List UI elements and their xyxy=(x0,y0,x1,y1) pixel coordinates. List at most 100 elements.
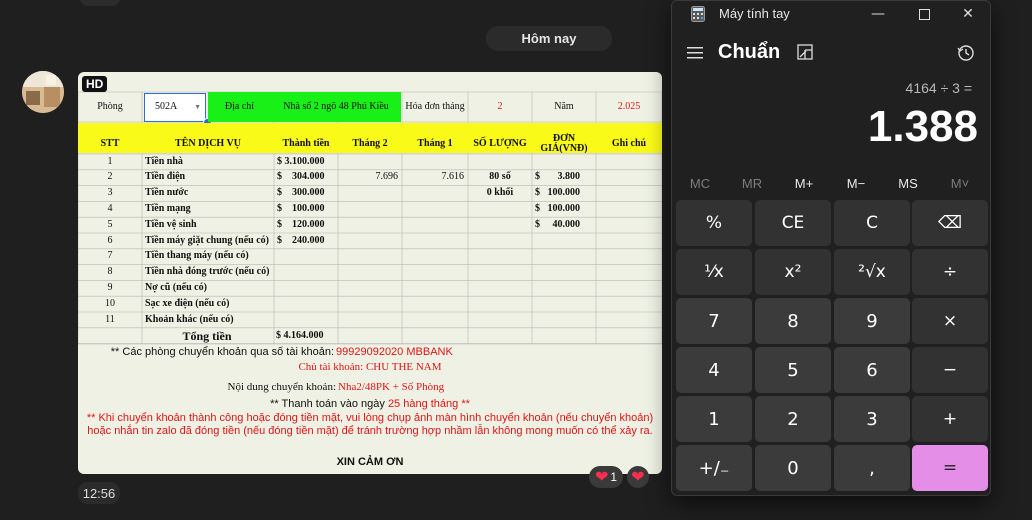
cell-qty xyxy=(468,217,532,233)
memory-m-list-button[interactable]: M˅ xyxy=(935,176,985,191)
invoice-image-message[interactable]: HD Phòng 502A ▼ Địa chỉ Nhà số 2 ngõ 48 … xyxy=(78,72,662,474)
cell-amount xyxy=(274,249,338,265)
equals-button[interactable]: = xyxy=(912,445,988,491)
percent-button[interactable]: % xyxy=(676,200,752,246)
cell-m1 xyxy=(402,249,468,265)
bank-label: ** Các phòng chuyển khoản qua số tài kho… xyxy=(110,346,334,358)
header-quantity: SỐ LƯỢNG xyxy=(473,137,527,149)
clear-entry-button[interactable]: CE xyxy=(755,200,831,246)
address-value: Nhà số 2 ngõ 48 Phú Kiều xyxy=(271,92,401,122)
payment-note: ** Khi chuyển khoản thành công hoặc đóng… xyxy=(86,412,654,438)
digit-1-button[interactable]: 1 xyxy=(676,396,752,442)
reciprocal-button[interactable]: ¹⁄x xyxy=(676,249,752,295)
clear-button[interactable]: C xyxy=(834,200,910,246)
heart-icon: ❤ xyxy=(631,469,645,486)
multiply-button[interactable]: × xyxy=(912,298,988,344)
digit-2-button[interactable]: 2 xyxy=(755,396,831,442)
cell-price: $ 40.000 xyxy=(535,218,580,230)
cell-amount: $ 120.000 xyxy=(277,218,325,230)
digit-0-label: 0 xyxy=(787,457,799,479)
cell-m1 xyxy=(402,217,468,233)
square-root-button[interactable]: ²√x xyxy=(834,249,910,295)
digit-3-button[interactable]: 3 xyxy=(834,396,910,442)
avatar[interactable] xyxy=(22,71,64,113)
digit-3-label: 3 xyxy=(866,408,878,430)
memory-mc-button[interactable]: MC xyxy=(675,176,725,191)
cell-amount xyxy=(274,296,338,312)
add-button[interactable]: + xyxy=(912,396,988,442)
year-value: 2.025 xyxy=(617,100,641,112)
cell-stt: 9 xyxy=(107,282,113,294)
minimize-button[interactable]: — xyxy=(866,5,890,23)
thanks-text: XIN CẢM ƠN xyxy=(336,456,404,468)
digit-6-label: 6 xyxy=(866,359,878,381)
cell-amount: $ 304.000 xyxy=(277,171,325,183)
cell-name: Tiền thang máy (nếu có) xyxy=(145,250,249,262)
cell-stt: 2 xyxy=(107,171,113,183)
digit-4-button[interactable]: 4 xyxy=(676,347,752,393)
digit-6-button[interactable]: 6 xyxy=(834,347,910,393)
history-button[interactable] xyxy=(957,44,975,66)
digit-7-button[interactable]: 7 xyxy=(676,298,752,344)
calculator-window: Máy tính tay — ✕ Chuẩn 4164 ÷ 3 = 1.388 … xyxy=(671,0,991,496)
hd-badge: HD xyxy=(82,76,108,92)
cell-stt: 7 xyxy=(107,250,113,262)
message-time: 12:56 xyxy=(78,482,120,504)
clear-entry-label: CE xyxy=(781,213,805,233)
cell-amount: $ 3.100.000 xyxy=(277,155,325,167)
backspace-button[interactable]: ⌫ xyxy=(912,200,988,246)
memory-m-plus-button[interactable]: M+ xyxy=(779,176,829,191)
header-unit-price: ĐƠN GIÁ(VNĐ) xyxy=(540,132,588,153)
digit-9-button[interactable]: 9 xyxy=(834,298,910,344)
decimal-button[interactable]: , xyxy=(834,445,910,491)
pay-day-label: ** Thanh toán vào ngày xyxy=(270,398,385,410)
digit-4-label: 4 xyxy=(708,359,720,381)
cell-name: Tiền nước xyxy=(145,187,189,199)
negate-label: +/₋ xyxy=(698,457,730,479)
total-label: Tổng tiền xyxy=(182,328,232,343)
subtract-button[interactable]: − xyxy=(912,347,988,393)
transfer-content-value: Nha2/48PK + Số Phòng xyxy=(338,381,445,393)
heart-reaction[interactable]: ❤ 1 xyxy=(589,466,624,488)
digit-0-button[interactable]: 0 xyxy=(755,445,831,491)
maximize-button[interactable] xyxy=(912,5,936,23)
memory-ms-button[interactable]: MS xyxy=(883,176,933,191)
address-label: Địa chỉ xyxy=(208,92,271,122)
negate-button[interactable]: +/₋ xyxy=(676,445,752,491)
digit-2-label: 2 xyxy=(787,408,799,430)
navigation-menu-button[interactable] xyxy=(687,45,705,64)
keep-on-top-button[interactable] xyxy=(797,44,815,66)
result-display: 1.388 xyxy=(867,102,978,151)
memory-mr-button[interactable]: MR xyxy=(727,176,777,191)
memory-m-minus-button[interactable]: M− xyxy=(831,176,881,191)
cell-m1 xyxy=(402,201,468,217)
cell-qty xyxy=(468,312,532,328)
cell-qty xyxy=(468,280,532,296)
divide-button[interactable]: ÷ xyxy=(912,249,988,295)
cell-m2 xyxy=(338,265,402,281)
cell-price xyxy=(532,296,596,312)
add-heart-reaction-button[interactable]: ❤ xyxy=(627,466,649,488)
cell-stt: 4 xyxy=(107,203,113,215)
room-value-cell[interactable]: 502A ▼ xyxy=(144,93,206,122)
total-value: $ 4.164.000 xyxy=(276,329,324,341)
square-button[interactable]: x² xyxy=(755,249,831,295)
close-button[interactable]: ✕ xyxy=(956,5,980,23)
cell-amount: $ 240.000 xyxy=(277,234,325,246)
cell-qty xyxy=(468,265,532,281)
cell-stt: 5 xyxy=(107,218,113,230)
digit-8-button[interactable]: 8 xyxy=(755,298,831,344)
cell-m2: 7.696 xyxy=(375,171,399,183)
cell-stt: 8 xyxy=(107,266,113,278)
cell-name: Tiền vệ sinh xyxy=(145,218,197,230)
previous-message-stub xyxy=(80,0,120,6)
calculator-titlebar[interactable]: Máy tính tay — ✕ xyxy=(672,1,990,27)
cell-stt: 1 xyxy=(107,155,113,167)
clear-label: C xyxy=(866,213,878,233)
digit-5-button[interactable]: 5 xyxy=(755,347,831,393)
dropdown-arrow-icon: ▼ xyxy=(194,102,201,111)
digit-9-label: 9 xyxy=(866,310,878,332)
cell-m2 xyxy=(338,249,402,265)
cell-price: $ 100.000 xyxy=(535,187,580,199)
cell-m1: 7.616 xyxy=(441,171,465,183)
